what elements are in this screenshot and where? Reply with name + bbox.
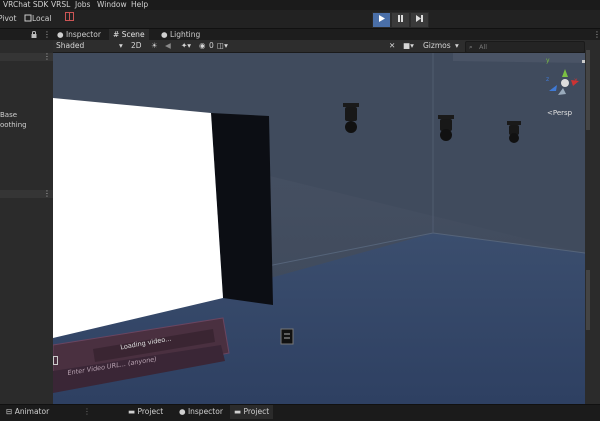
tab-project[interactable]: ▬ Project (124, 405, 167, 419)
bottom-tab-bar: ⊟ Animator ⋮ ▬ Project ● Inspector ▬ Pro… (0, 404, 600, 421)
gizmos-chevron-icon: ▾ (455, 41, 459, 50)
persp-label[interactable]: <Persp (547, 109, 572, 117)
url-field-edge-icon (53, 356, 58, 365)
menu-window[interactable]: Window (97, 0, 127, 10)
effects-toggle-icon[interactable]: ✦▾ (181, 40, 191, 52)
grid-snap-icon[interactable] (65, 12, 74, 25)
tab-inspector[interactable]: ● Inspector (53, 29, 105, 40)
video-screen (53, 98, 223, 338)
panel-menu-icon[interactable]: ⋮ (43, 29, 51, 40)
main-toolbar: Pivot Local (0, 10, 600, 29)
info-icon: ● (57, 30, 64, 39)
tab-lighting[interactable]: ● Lighting (157, 29, 204, 40)
step-button[interactable] (410, 12, 429, 28)
axis-z-label: z (546, 76, 550, 83)
camera-settings-icon[interactable]: ◫▾ (217, 40, 228, 52)
play-button[interactable] (372, 12, 391, 28)
lock-icon[interactable] (31, 31, 37, 38)
right-panel-edge (585, 40, 600, 404)
grid-icon: # (113, 30, 120, 39)
tab-scene[interactable]: # Scene (109, 29, 149, 40)
scrollbar-thumb[interactable] (586, 50, 590, 130)
scene-toolbar: Shaded ▾ 2D ☀ ◀ ✦▾ ◉ 0 ◫▾ ✕ ■▾ Gizmos ▾ … (53, 40, 600, 53)
step-icon (416, 15, 423, 22)
left-panel-menu-icon-2[interactable]: ⋮ (43, 189, 51, 198)
menu-vrsl[interactable]: VRSL (51, 0, 70, 10)
audio-toggle-icon[interactable]: ◀ (165, 40, 171, 52)
gizmos-dropdown[interactable]: Gizmos (423, 40, 451, 52)
panel-menu-icon-right[interactable]: ⋮ (593, 29, 600, 40)
folder-icon: ▬ (234, 407, 242, 416)
axis-x-label: x (574, 77, 578, 84)
bulb-icon: ● (161, 30, 168, 39)
menu-jobs[interactable]: Jobs (75, 0, 90, 10)
scene-view[interactable]: y x z <Persp Loading video... Enter Vide… (53, 53, 585, 404)
chevron-down-icon: ▾ (119, 41, 123, 50)
info-icon: ● (179, 407, 186, 416)
scrollbar-thumb-2[interactable] (586, 270, 590, 330)
spotlight-2 (438, 115, 454, 141)
menu-bar: VRChat SDK VRSL Jobs Window Help (0, 0, 600, 10)
bottom-panel-menu-icon[interactable]: ⋮ (83, 405, 91, 419)
menu-help[interactable]: Help (131, 0, 148, 10)
visibility-toggle-icon[interactable]: ◉ (199, 40, 206, 52)
tab-project-active[interactable]: ▬ Project (230, 405, 274, 419)
camera-dropdown-icon[interactable]: ■▾ (403, 40, 414, 52)
pivot-toggle[interactable]: Pivot (0, 12, 16, 25)
left-panel-line-smoothing: oothing (0, 121, 27, 129)
tools-icon[interactable]: ✕ (389, 40, 395, 52)
search-icon: ⌕ (469, 43, 473, 51)
tab-animator[interactable]: ⊟ Animator (2, 405, 53, 419)
shading-mode-dropdown[interactable]: Shaded (56, 40, 84, 52)
cube-icon (24, 14, 32, 22)
folder-icon: ▬ (128, 407, 136, 416)
pause-button[interactable] (391, 12, 410, 28)
lighting-toggle-icon[interactable]: ☀ (151, 40, 158, 52)
axis-y-label: y (546, 57, 550, 64)
scene-search-input[interactable]: ⌕ All (465, 41, 585, 53)
local-toggle[interactable]: Local (24, 12, 56, 25)
scene-visibility-count[interactable]: 0 (209, 40, 214, 52)
left-panel: ⋮ Base oothing ⋮ (0, 40, 53, 404)
left-panel-line-base: Base (0, 111, 18, 119)
scene-object (280, 328, 294, 345)
menu-vrchat-sdk[interactable]: VRChat SDK (3, 0, 48, 10)
tab-inspector-bottom[interactable]: ● Inspector (175, 405, 227, 419)
scene-render (53, 53, 585, 404)
tab-strip: ⋮ ● Inspector # Scene ● Lighting ⋮ (0, 29, 600, 40)
mode-2d-toggle[interactable]: 2D (131, 40, 142, 52)
pause-icon (398, 15, 403, 22)
play-icon (379, 15, 385, 22)
left-panel-menu-icon[interactable]: ⋮ (43, 52, 51, 61)
animator-icon: ⊟ (6, 407, 13, 416)
